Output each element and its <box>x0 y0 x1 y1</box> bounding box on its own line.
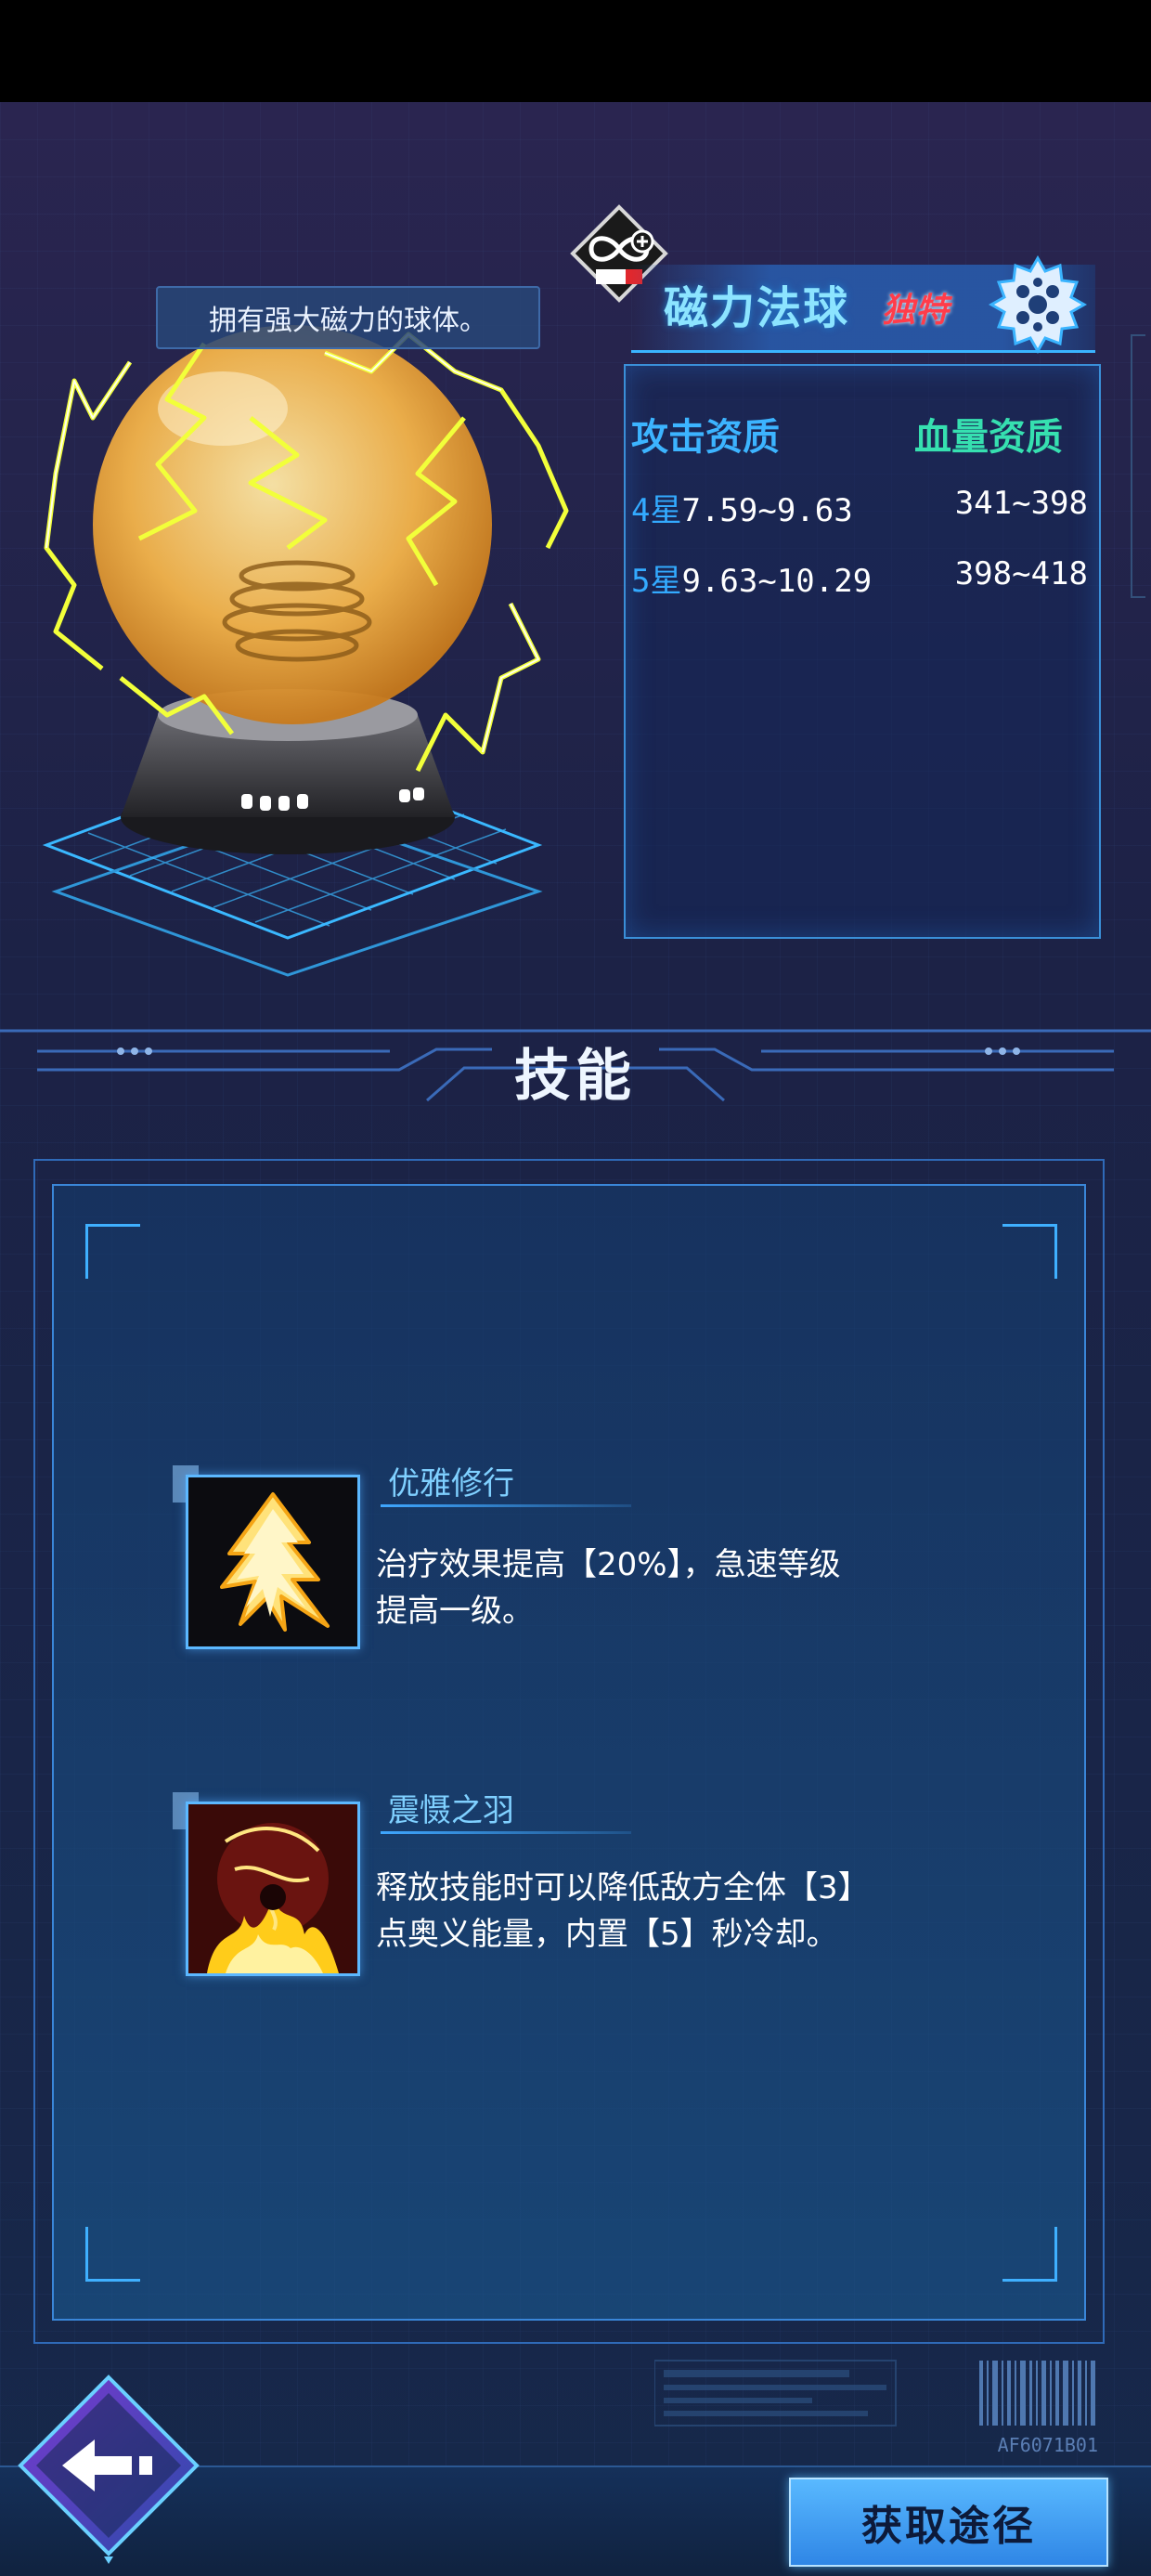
stat-row: 4星7.59~9.63 341~398 <box>631 485 1095 531</box>
stat-hp-range: 398~418 <box>954 555 1088 592</box>
dark-flame-icon <box>188 1804 357 1973</box>
hp-aptitude-header: 血量资质 <box>914 416 1063 459</box>
skill-icon[interactable] <box>186 1475 360 1649</box>
skill-underline <box>381 1831 631 1834</box>
skill-description: 释放技能时可以降低敌方全体【3】 点奥义能量，内置【5】秒冷却。 <box>376 1865 970 1958</box>
corner-bracket <box>1002 2227 1057 2282</box>
barcode-decoration: AF6071B01 <box>654 2360 1098 2456</box>
skill-name: 震慑之羽 <box>388 1792 514 1829</box>
serial-code: AF6071B01 <box>998 2434 1098 2456</box>
skill-icon[interactable] <box>186 1802 360 1976</box>
skill-description-line: 治疗效果提高【20%】，急速等级 <box>376 1546 841 1583</box>
status-bar <box>0 0 1151 102</box>
side-rail <box>1131 334 1145 598</box>
back-button[interactable] <box>11 2373 206 2568</box>
stat-row: 5星9.63~10.29 398~418 <box>631 555 1095 602</box>
gear-icon[interactable] <box>986 253 1090 357</box>
skills-panel <box>52 1184 1086 2321</box>
skill-description-line: 提高一级。 <box>376 1593 534 1630</box>
corner-bracket <box>85 1224 140 1279</box>
lightning-tree-icon <box>188 1477 357 1646</box>
corner-bracket <box>1002 1224 1057 1279</box>
stat-attack-range: 7.59~9.63 <box>681 492 853 529</box>
obtain-route-button[interactable]: 获取途径 <box>789 2478 1108 2567</box>
skill-description-line: 点奥义能量，内置【5】秒冷却。 <box>376 1916 838 1953</box>
item-name: 磁力法球 <box>664 282 850 334</box>
stat-hp-range: 341~398 <box>954 485 1088 522</box>
stat-attack-range: 9.63~10.29 <box>681 563 873 600</box>
unique-tag: 独特 <box>882 292 950 330</box>
stat-star-level: 5星 <box>631 563 682 600</box>
skills-title: 技能 <box>514 1044 637 1109</box>
skill-name: 优雅修行 <box>388 1465 514 1503</box>
skill-underline <box>381 1504 631 1507</box>
skill-description-line: 释放技能时可以降低敌方全体【3】 <box>376 1869 870 1906</box>
stat-star-level: 4星 <box>631 492 682 529</box>
skill-description: 治疗效果提高【20%】，急速等级 提高一级。 <box>376 1542 970 1634</box>
attack-aptitude-header: 攻击资质 <box>631 416 780 459</box>
corner-bracket <box>85 2227 140 2282</box>
item-description: 拥有强大磁力的球体。 <box>156 286 540 349</box>
